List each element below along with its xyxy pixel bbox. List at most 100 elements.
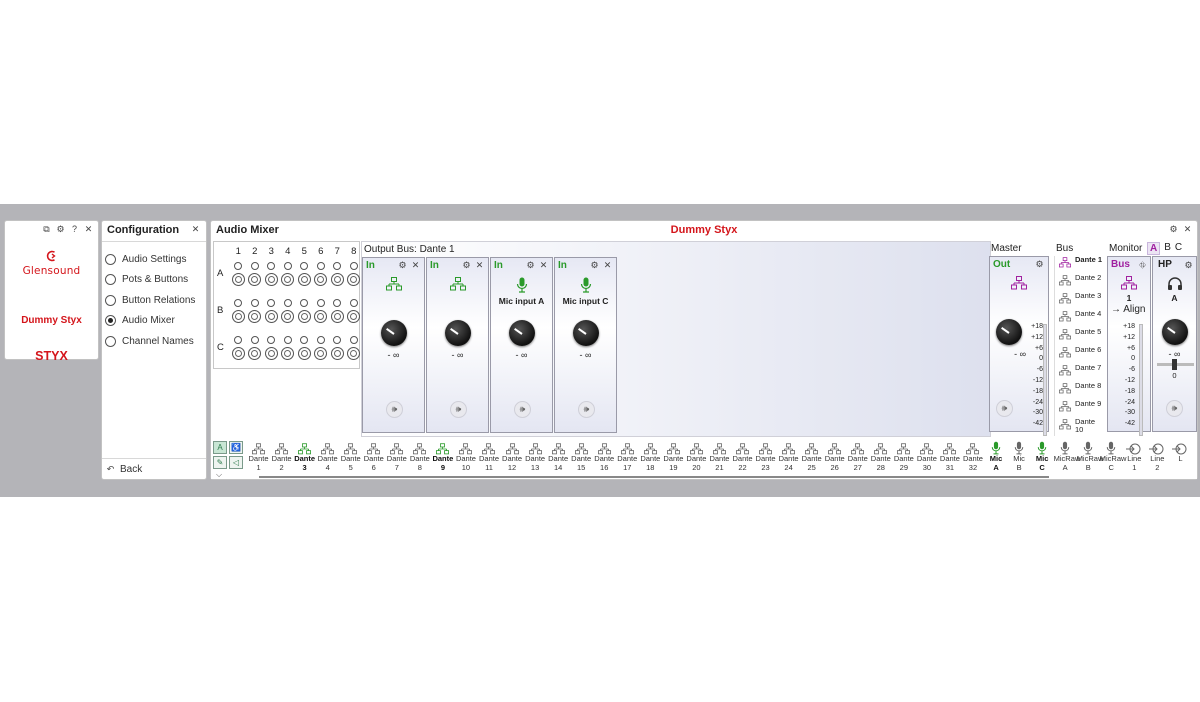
source-item[interactable]: Line 1 bbox=[1123, 440, 1146, 472]
matrix-toggle[interactable] bbox=[230, 335, 247, 344]
source-item[interactable]: Dante 21 bbox=[708, 440, 731, 472]
source-item[interactable]: MicRaw C bbox=[1100, 440, 1126, 472]
matrix-toggle[interactable] bbox=[230, 261, 247, 270]
matrix-button[interactable] bbox=[296, 309, 313, 323]
back-button[interactable]: ↶ Back bbox=[105, 464, 143, 475]
source-item[interactable]: Dante 30 bbox=[915, 440, 938, 472]
matrix-button[interactable] bbox=[296, 346, 313, 360]
source-item[interactable]: Dante 20 bbox=[685, 440, 708, 472]
source-item[interactable]: Dante 31 bbox=[938, 440, 961, 472]
matrix-toggle[interactable] bbox=[263, 298, 280, 307]
matrix-toggle[interactable] bbox=[247, 335, 264, 344]
source-item[interactable]: Dante 32 bbox=[961, 440, 984, 472]
matrix-toggle[interactable] bbox=[280, 261, 297, 270]
matrix-button[interactable] bbox=[230, 272, 247, 286]
mute-button[interactable]: 🕪 bbox=[386, 401, 403, 418]
radio-icon[interactable] bbox=[105, 253, 116, 265]
source-item[interactable]: Dante 23 bbox=[754, 440, 777, 472]
source-item[interactable]: L bbox=[1169, 440, 1192, 472]
source-item[interactable]: Dante 12 bbox=[501, 440, 524, 472]
accessibility-icon[interactable]: ♿ bbox=[229, 441, 243, 454]
mute-button[interactable]: 🕪 bbox=[578, 401, 595, 418]
bus-item[interactable]: Dante 7 bbox=[1055, 364, 1104, 382]
matrix-button[interactable] bbox=[346, 309, 363, 323]
gear-icon[interactable]: ⚙ bbox=[55, 224, 66, 235]
matrix-button[interactable] bbox=[247, 346, 264, 360]
matrix-button[interactable] bbox=[346, 346, 363, 360]
close-icon[interactable]: ✕ bbox=[83, 224, 94, 235]
matrix-toggle[interactable] bbox=[329, 261, 346, 270]
matrix-button[interactable] bbox=[263, 346, 280, 360]
select-tool-icon[interactable]: A bbox=[213, 441, 227, 454]
source-item[interactable]: Dante 26 bbox=[823, 440, 846, 472]
matrix-toggle[interactable] bbox=[296, 335, 313, 344]
matrix-button[interactable] bbox=[313, 346, 330, 360]
source-item[interactable]: Dante 28 bbox=[869, 440, 892, 472]
matrix-button[interactable] bbox=[329, 346, 346, 360]
mute-button[interactable]: 🕪 bbox=[1166, 400, 1183, 417]
source-item[interactable]: Dante 17 bbox=[616, 440, 639, 472]
bus-item[interactable]: Dante 8 bbox=[1055, 382, 1104, 400]
source-item[interactable]: Dante 5 bbox=[339, 440, 362, 472]
matrix-button[interactable] bbox=[329, 309, 346, 323]
gain-knob[interactable] bbox=[573, 320, 599, 346]
radio-icon[interactable] bbox=[105, 294, 116, 306]
radio-icon[interactable] bbox=[105, 335, 116, 347]
matrix-toggle[interactable] bbox=[313, 298, 330, 307]
matrix-button[interactable] bbox=[247, 309, 264, 323]
help-icon[interactable]: ? bbox=[69, 224, 80, 235]
source-item[interactable]: Dante 4 bbox=[316, 440, 339, 472]
matrix-button[interactable] bbox=[280, 309, 297, 323]
routing-icon[interactable]: ⛗ bbox=[1137, 260, 1148, 271]
matrix-toggle[interactable] bbox=[296, 261, 313, 270]
matrix-toggle[interactable] bbox=[263, 335, 280, 344]
source-item[interactable]: Dante 25 bbox=[800, 440, 823, 472]
matrix-toggle[interactable] bbox=[329, 335, 346, 344]
source-item[interactable]: Line 2 bbox=[1146, 440, 1169, 472]
source-item[interactable]: Dante 15 bbox=[570, 440, 593, 472]
close-icon[interactable]: ✕ bbox=[190, 224, 201, 235]
gear-icon[interactable]: ⚙ bbox=[397, 260, 408, 271]
source-item[interactable]: Dante 27 bbox=[846, 440, 869, 472]
gear-icon[interactable]: ⚙ bbox=[1034, 259, 1045, 270]
matrix-button[interactable] bbox=[230, 309, 247, 323]
bus-item[interactable]: Dante 10 bbox=[1055, 418, 1104, 436]
gain-knob[interactable] bbox=[509, 320, 535, 346]
matrix-toggle[interactable] bbox=[313, 335, 330, 344]
hp-volume-knob[interactable] bbox=[1162, 319, 1188, 345]
source-item[interactable]: Mic B bbox=[1008, 440, 1031, 472]
source-item[interactable]: Mic A bbox=[985, 440, 1008, 472]
close-icon[interactable]: ✕ bbox=[410, 260, 421, 271]
matrix-button[interactable] bbox=[280, 272, 297, 286]
source-item[interactable]: Dante 16 bbox=[593, 440, 616, 472]
matrix-button[interactable] bbox=[263, 272, 280, 286]
tab-monitor-c[interactable]: C bbox=[1175, 242, 1182, 255]
bus-item[interactable]: Dante 4 bbox=[1055, 310, 1104, 328]
source-item[interactable]: Mic C bbox=[1031, 440, 1054, 472]
matrix-button[interactable] bbox=[329, 272, 346, 286]
gear-icon[interactable]: ⚙ bbox=[461, 260, 472, 271]
close-icon[interactable]: ✕ bbox=[1182, 224, 1193, 235]
source-item[interactable]: MicRaw A bbox=[1054, 440, 1080, 472]
matrix-toggle[interactable] bbox=[280, 298, 297, 307]
matrix-toggle[interactable] bbox=[247, 298, 264, 307]
source-item[interactable]: Dante 19 bbox=[662, 440, 685, 472]
bus-item[interactable]: Dante 5 bbox=[1055, 328, 1104, 346]
horizontal-scrollbar[interactable] bbox=[259, 476, 1049, 478]
matrix-toggle[interactable] bbox=[280, 335, 297, 344]
matrix-button[interactable] bbox=[313, 272, 330, 286]
source-item[interactable]: Dante 11 bbox=[477, 440, 500, 472]
radio-selected-icon[interactable] bbox=[105, 315, 116, 327]
source-item[interactable]: Dante 7 bbox=[385, 440, 408, 472]
gear-icon[interactable]: ⚙ bbox=[1168, 224, 1179, 235]
source-item[interactable]: Dante 2 bbox=[270, 440, 293, 472]
device-name[interactable]: Dummy Styx bbox=[5, 315, 98, 326]
matrix-toggle[interactable] bbox=[329, 298, 346, 307]
close-icon[interactable]: ✕ bbox=[474, 260, 485, 271]
source-item[interactable]: Dante 9 bbox=[431, 440, 454, 472]
source-item[interactable]: Dante 13 bbox=[524, 440, 547, 472]
matrix-toggle[interactable] bbox=[346, 261, 363, 270]
mute-button[interactable]: 🕪 bbox=[996, 400, 1013, 417]
mute-button[interactable]: 🕪 bbox=[450, 401, 467, 418]
gear-icon[interactable]: ⚙ bbox=[1183, 260, 1194, 271]
